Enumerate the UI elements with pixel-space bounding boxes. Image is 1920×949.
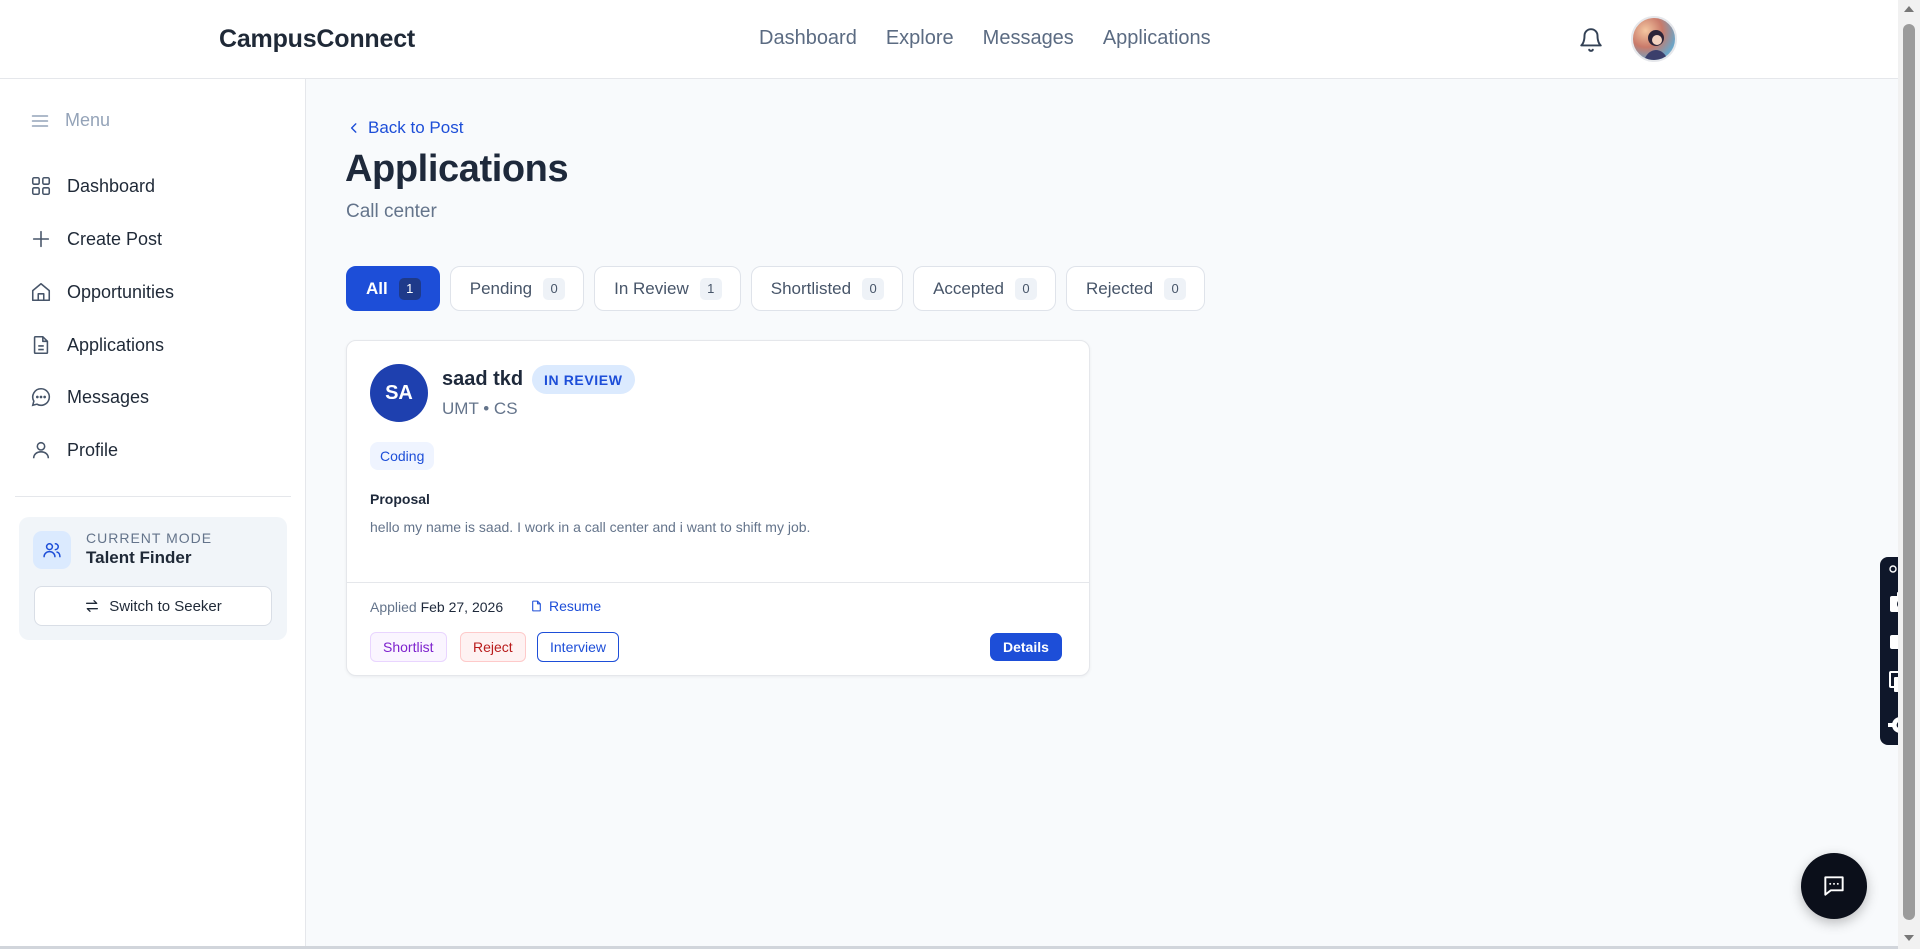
tab-accepted[interactable]: Accepted 0 [913,266,1056,311]
chevron-left-icon [350,123,357,133]
application-card: SA saad tkd IN REVIEW UMT • CS Coding Pr… [346,340,1090,676]
hamburger-icon [31,114,49,127]
sidebar: Menu Dashboard Create Post Opportunities… [0,79,306,949]
applied-date-value: Feb 27, 2026 [420,599,504,615]
applicant-name: saad tkd [442,368,524,390]
sidebar-item-create-post[interactable]: Create Post [30,228,162,250]
switch-mode-label: Switch to Seeker [109,597,222,615]
sidebar-item-messages[interactable]: Messages [30,386,149,408]
tab-all[interactable]: All 1 [346,266,440,311]
applicant-school: UMT • CS [442,399,518,418]
tab-label: All [366,278,388,298]
swap-icon [86,600,99,612]
back-to-post-link[interactable]: Back to Post [347,118,463,138]
users-icon [33,531,71,569]
tab-label: Shortlisted [770,278,852,298]
tab-shortlisted[interactable]: Shortlisted 0 [750,266,904,311]
document-icon [33,335,49,355]
tab-count: 0 [1164,277,1187,300]
applied-date: Applied Feb 27, 2026 [370,599,503,615]
shortlist-button[interactable]: Shortlist [370,632,447,662]
tab-label: Rejected [1085,278,1154,298]
current-mode-label: CURRENT MODE [86,530,213,546]
top-nav-messages[interactable]: Messages [983,27,1074,50]
sidebar-item-label: Dashboard [67,175,156,196]
sidebar-item-applications[interactable]: Applications [30,334,164,356]
top-nav-applications[interactable]: Applications [1103,27,1211,50]
card-divider [347,582,1089,583]
scroll-down-arrow-icon[interactable] [1904,935,1914,941]
page-scrollbar[interactable] [1898,0,1920,949]
sidebar-item-label: Create Post [67,228,163,249]
document-icon [532,600,541,612]
top-nav: Dashboard Explore Messages Applications [759,27,1211,50]
tab-count: 0 [1014,277,1037,300]
home-icon [31,282,51,302]
switch-mode-button[interactable]: Switch to Seeker [34,586,272,626]
sidebar-item-label: Profile [67,439,119,460]
top-nav-explore[interactable]: Explore [886,27,954,50]
resume-label: Resume [549,598,602,614]
sidebar-item-dashboard[interactable]: Dashboard [30,175,155,197]
status-badge: IN REVIEW [532,365,635,394]
bell-icon[interactable] [1578,27,1604,53]
sidebar-divider [15,496,291,497]
tab-label: Accepted [933,278,1004,298]
page-title: Applications [345,148,569,190]
chat-bubble-icon [31,387,51,407]
user-avatar[interactable] [1631,16,1677,62]
page-subtitle: Call center [346,201,437,222]
tab-label: Pending [469,278,533,298]
interview-button[interactable]: Interview [537,632,620,662]
menu-toggle[interactable]: Menu [30,110,110,131]
menu-label: Menu [65,110,111,130]
scrollbar-thumb[interactable] [1903,24,1915,920]
proposal-text: hello my name is saad. I work in a call … [370,519,811,535]
tab-count: 1 [699,277,722,300]
top-nav-dashboard[interactable]: Dashboard [759,27,857,50]
plus-icon [32,230,50,248]
message-icon [1824,876,1844,896]
current-mode-value: Talent Finder [86,548,192,567]
tab-count: 1 [398,277,421,300]
reject-button[interactable]: Reject [460,632,526,662]
brand-logo[interactable]: CampusConnect [219,25,415,54]
skill-tag: Coding [370,442,435,470]
grid-icon [31,176,51,196]
tab-rejected[interactable]: Rejected 0 [1065,266,1206,311]
chat-support-button[interactable] [1801,853,1867,919]
tab-pending[interactable]: Pending 0 [449,266,585,311]
applicant-avatar: SA [370,364,428,422]
sidebar-item-profile[interactable]: Profile [30,439,118,461]
tab-count: 0 [543,277,566,300]
tab-count: 0 [862,277,885,300]
resume-link[interactable]: Resume [530,598,601,614]
sidebar-item-label: Applications [67,334,165,355]
sidebar-item-label: Messages [67,386,150,407]
current-mode-panel: CURRENT MODE Talent Finder Switch to See… [19,517,287,640]
applied-label: Applied [370,599,417,615]
status-filter-tabs: All 1 Pending 0 In Review 1 Shortlisted … [346,266,1206,311]
back-link-label: Back to Post [368,118,464,137]
scroll-up-arrow-icon[interactable] [1904,6,1914,12]
user-icon [32,441,50,459]
top-bar: CampusConnect Dashboard Explore Messages… [0,0,1898,79]
details-button[interactable]: Details [990,633,1062,661]
tab-in-review[interactable]: In Review 1 [594,266,741,311]
sidebar-item-opportunities[interactable]: Opportunities [30,281,174,303]
sidebar-item-label: Opportunities [67,281,175,302]
proposal-label: Proposal [370,491,430,507]
tab-label: In Review [614,278,689,298]
